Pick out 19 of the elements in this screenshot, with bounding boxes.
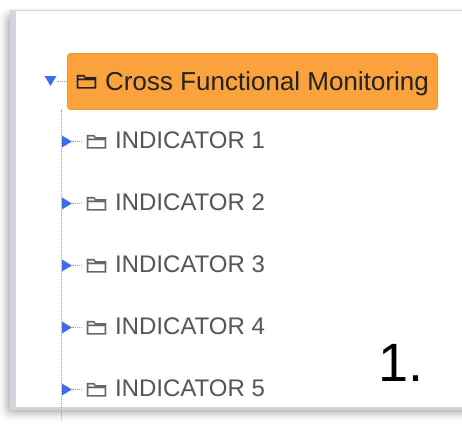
folder-icon (86, 256, 107, 274)
step-number: 1. (378, 336, 424, 390)
folder-icon (86, 132, 107, 150)
expand-arrow-icon[interactable] (62, 258, 72, 272)
expand-arrow-icon[interactable] (62, 382, 72, 396)
tree-node[interactable]: INDICATOR 2 (82, 181, 269, 225)
folder-icon (86, 194, 107, 212)
tree-node[interactable]: INDICATOR 4 (82, 305, 269, 349)
folder-icon (86, 318, 107, 336)
tree-node[interactable]: INDICATOR 1 (82, 119, 269, 163)
expand-arrow-icon[interactable] (62, 320, 72, 334)
tree-node[interactable]: INDICATOR 5 (82, 367, 269, 411)
folder-icon (86, 380, 107, 398)
expand-arrow-icon[interactable] (44, 76, 57, 86)
tree-node[interactable]: Cross Functional Monitoring (67, 52, 438, 110)
folder-icon (76, 72, 97, 90)
tree-node[interactable]: INDICATOR 3 (82, 243, 269, 287)
expand-arrow-icon[interactable] (62, 196, 72, 210)
expand-arrow-icon[interactable] (62, 134, 72, 148)
